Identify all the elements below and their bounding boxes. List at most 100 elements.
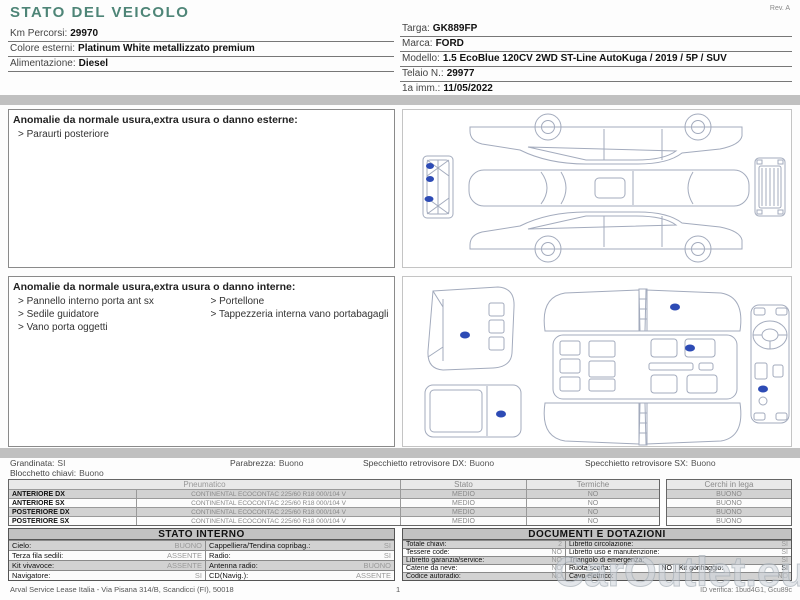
item-value: BUONO xyxy=(363,561,391,570)
footer-address: Arval Service Lease Italia - Via Pisana … xyxy=(10,585,234,594)
table-row: ANTERIORE SX CONTINENTAL ECOCONTAC 225/6… xyxy=(9,498,659,507)
table-row: BUONO xyxy=(667,516,791,525)
tire-termiche: NO xyxy=(587,509,599,516)
item-value: NO xyxy=(551,573,563,580)
item-label: Libretto garanzia/service: xyxy=(406,557,485,564)
cell: Ruota scorta: NO xyxy=(566,565,676,572)
interior-anomalies-col1: > Pannello interno porta ant sx > Sedile… xyxy=(9,295,202,334)
table-row: ANTERIORE DX CONTINENTAL ECOCONTAC 225/6… xyxy=(9,489,659,498)
tire-position: POSTERIORE SX xyxy=(9,517,137,525)
tire-cerchi: BUONO xyxy=(716,500,742,507)
cell: Terza fila sedili: ASSENTE xyxy=(9,551,206,560)
exterior-car-diagram xyxy=(422,113,786,263)
condition-value: Buono xyxy=(278,458,304,468)
item-value: NO xyxy=(551,565,563,572)
footer-verification-id: ID verifica: 1bud4G1, Gcu89c xyxy=(700,587,792,594)
tire-stato: MEDIO xyxy=(401,517,527,525)
interior-anomaly-item: > Tappezzeria interna vano portabagagli xyxy=(210,309,389,320)
item-label: Radio: xyxy=(209,551,231,560)
vehicle-info-right: Targa: GK889FP Marca: FORD Modello: 1.5 Eco… xyxy=(400,22,792,97)
table-row: Libretto garanzia/service: NO Triangolo d… xyxy=(403,556,791,564)
stato-interno-title: STATO INTERNO xyxy=(9,529,394,540)
tire-termiche: NO xyxy=(587,491,599,498)
cell: Cavo elettrico: NO xyxy=(566,573,791,580)
plan-view xyxy=(468,169,750,207)
item-label: Antenna radio: xyxy=(209,561,258,570)
cell: Libretto circolazione: SI xyxy=(566,541,791,548)
table-row: Kit vivavoce: ASSENTE Antenna radio: BUONO xyxy=(9,560,394,570)
cell: Totale chiavi: 2 xyxy=(403,541,566,548)
separator-bar-top xyxy=(0,95,800,105)
col-header-pneumatico: Pneumatico xyxy=(9,480,401,489)
tire-position: POSTERIORE DX xyxy=(9,508,137,516)
tire-position: ANTERIORE DX xyxy=(9,490,137,498)
split-cell: Ruota scorta: NO Kit gonfiaggio: SI xyxy=(566,565,791,572)
interior-anomaly-item: > Sedile guidatore xyxy=(18,309,99,320)
cell: Cielo: BUONO xyxy=(9,541,206,550)
condition-specchietto-sx: Specchietto retrovisore SX: Buono xyxy=(585,458,716,468)
page-title: STATO DEL VEICOLO xyxy=(10,4,190,21)
tire-termiche: NO xyxy=(587,518,599,525)
col-header-cerchi: Cerchi in lega xyxy=(704,480,754,489)
item-label: Kit vivavoce: xyxy=(12,561,55,570)
field-targa: Targa: GK889FP xyxy=(400,22,792,37)
item-label: Navigatore: xyxy=(12,571,51,580)
vehicle-status-report: STATO DEL VEICOLO Rev. A Km Percorsi: 299… xyxy=(0,0,800,600)
front-view xyxy=(754,157,786,217)
item-label: Cappelliera/Tendina copribag.: xyxy=(209,541,311,550)
field-value: FORD xyxy=(435,38,464,49)
item-value: BUONO xyxy=(174,541,202,550)
documenti-dotazioni-title: DOCUMENTI E DOTAZIONI xyxy=(403,529,791,540)
item-value: SI xyxy=(781,541,788,548)
tire-description: CONTINENTAL ECOCONTAC 225/60 R18 000/104… xyxy=(137,517,401,525)
cell: Tessere code: NO xyxy=(403,549,566,556)
cell: CD(Navig.): ASSENTE xyxy=(206,571,394,580)
table-row: Navigatore: SI CD(Navig.): ASSENTE xyxy=(9,570,394,580)
condition-specchietto-dx: Specchietto retrovisore DX: Buono xyxy=(363,458,494,468)
tire-termiche: NO xyxy=(587,500,599,507)
item-value: ASSENTE xyxy=(355,571,391,580)
tire-table-cerchi-header: Cerchi in lega xyxy=(667,480,791,489)
item-value: NO xyxy=(551,557,563,564)
field-value: Platinum White metallizzato premium xyxy=(78,43,255,54)
tire-table-header: Pneumatico Stato Termiche xyxy=(9,480,659,489)
item-label: Libretto uso e manutenzione: xyxy=(569,549,660,556)
table-row: BUONO xyxy=(667,507,791,516)
cell: Catene da neve: NO xyxy=(403,565,566,572)
item-value: ASSENTE xyxy=(166,551,202,560)
item-label: Kit gonfiaggio: xyxy=(679,565,724,572)
cabin-view xyxy=(543,288,742,446)
item-label: Ruota scorta: xyxy=(569,565,611,572)
side-view-bottom xyxy=(469,211,743,263)
field-label: 1a imm.: xyxy=(402,83,441,94)
exterior-anomalies-title: Anomalie da normale usura,extra usura o … xyxy=(13,114,298,126)
condition-value: SI xyxy=(57,458,66,468)
tire-cerchi: BUONO xyxy=(716,518,742,525)
field-value: GK889FP xyxy=(432,23,478,34)
tire-table: Pneumatico Stato Termiche ANTERIORE DX C… xyxy=(8,479,792,526)
page-number: 1 xyxy=(396,585,401,594)
item-value: SI xyxy=(383,541,391,550)
item-value: NO xyxy=(661,565,673,572)
item-value: ASSENTE xyxy=(166,561,202,570)
cell: Kit vivavoce: ASSENTE xyxy=(9,561,206,570)
exterior-anomaly-item: > Paraurti posteriore xyxy=(18,129,109,140)
item-label: Terza fila sedili: xyxy=(12,551,64,560)
field-label: Km Percorsi: xyxy=(10,28,68,39)
tire-cerchi: BUONO xyxy=(716,491,742,498)
item-label: Codice autoradio: xyxy=(406,573,461,580)
tire-description: CONTINENTAL ECOCONTAC 225/60 R18 000/104… xyxy=(137,499,401,507)
item-value: SI xyxy=(781,565,788,572)
item-value: NO xyxy=(777,573,789,580)
field-value: Diesel xyxy=(78,58,109,69)
tire-position: ANTERIORE SX xyxy=(9,499,137,507)
table-row: Totale chiavi: 2 Libretto circolazione: SI xyxy=(403,540,791,548)
item-label: Cielo: xyxy=(12,541,32,550)
table-row: Terza fila sedili: ASSENTE Radio: SI xyxy=(9,550,394,560)
condition-label: Grandinata: xyxy=(10,458,55,468)
exterior-anomalies-panel: Anomalie da normale usura,extra usura o … xyxy=(8,109,395,268)
damage-markers xyxy=(424,163,434,202)
item-label: CD(Navig.): xyxy=(209,571,249,580)
condition-label: Blocchetto chiavi: xyxy=(10,468,77,478)
tire-stato: MEDIO xyxy=(401,490,527,498)
